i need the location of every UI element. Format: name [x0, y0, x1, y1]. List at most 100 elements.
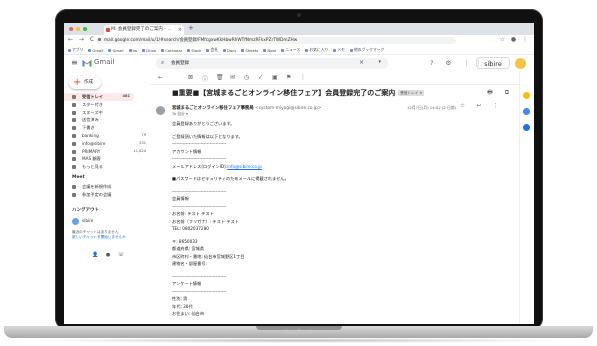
bookmark-icon	[349, 48, 353, 52]
star-reply-more-icons[interactable]: ☆ ↩ ⋮	[460, 103, 504, 109]
browser-tab[interactable]: M: 会員登録完了のご案内 - ... ×	[104, 25, 184, 35]
body-line: TEL: 0802037280	[172, 226, 209, 231]
sidebar-item[interactable]: PRIMARY 11,624	[64, 148, 150, 156]
start-chat-link[interactable]: 新しいチャットを開始しませんか	[72, 235, 142, 240]
bookmark-item[interactable]: tw	[128, 48, 137, 53]
email-link[interactable]: info@sibire.co.jp	[227, 164, 262, 169]
sidebar-item[interactable]: MAS 顧客	[64, 155, 150, 163]
toolbar-icon[interactable]: 🗑	[216, 74, 224, 81]
bookmark-item[interactable]: Gmail	[88, 48, 103, 53]
sidebar-item-label: もっと見る	[82, 164, 103, 170]
toolbar-icon[interactable]: ⚑	[286, 74, 291, 81]
toolbar-icon[interactable]: ⋮	[300, 74, 306, 81]
hangouts-note: 最近のチャットはありません 新しいチャットを開始しませんか	[72, 230, 142, 240]
sender-avatar	[156, 106, 165, 115]
hangouts-user[interactable]: sibire	[82, 218, 93, 223]
sidebar-item[interactable]: 受信トレイ 481	[64, 93, 134, 101]
browser-tab-bar: M: 会員登録完了のご案内 - ... × +	[64, 23, 534, 35]
sidebar-item[interactable]: もっと見る	[64, 163, 150, 171]
sidebar-item[interactable]: 送信済み	[64, 116, 150, 124]
nav-buttons[interactable]: ← → C	[68, 36, 96, 43]
toolbar-icon[interactable]: ✓	[258, 74, 263, 81]
body-line: お名前: テスト テスト	[172, 211, 214, 216]
account-label[interactable]: sibire	[476, 57, 510, 69]
avatar[interactable]	[515, 58, 526, 69]
body-line: ご登録頂いた情報は以下となります。	[172, 133, 243, 139]
gmail-header: ≡ Gmail ⌕ 会員登録 × ▾ ? ⚙ ⋮⋮⋮ sibire	[64, 55, 534, 73]
search-input[interactable]: 会員登録	[171, 58, 189, 69]
message-view: ← ⊠ ⓘ 🗑 ✉ ◷ ✓ ▣ ⚑ ⋮ ■重要■【宮城まるごとオンライン移住フェア】会員登録完了の…	[150, 72, 520, 324]
laptop-base: MacBook	[4, 326, 593, 338]
bookmark-icon	[223, 48, 227, 52]
toolbar-icon[interactable]: ⊠	[188, 74, 193, 81]
sidebar-item-label: 送信済み	[82, 117, 99, 123]
bookmark-item[interactable]: Docs	[223, 48, 236, 53]
calendar-icon[interactable]	[523, 92, 530, 99]
bookmark-item[interactable]: Gmail	[108, 48, 124, 53]
bookmark-item[interactable]: お気に入り	[305, 47, 328, 53]
bookmark-item[interactable]: Calendar	[161, 48, 182, 53]
bookmark-icon	[333, 48, 337, 52]
sidebar-item[interactable]: 下書き	[64, 124, 150, 132]
mail-search-box[interactable]: ⌕ 会員登録 × ▾	[156, 58, 388, 69]
search-icon[interactable]: ⌕	[161, 59, 164, 67]
close-window-button[interactable]	[69, 27, 73, 31]
sidebar-item[interactable]: banking 79	[64, 132, 150, 140]
toolbar-icon[interactable]: ▣	[272, 74, 278, 81]
bookmark-item[interactable]: Note	[263, 48, 276, 53]
tab-title: M: 会員登録完了のご案内 - ...	[111, 27, 172, 32]
inbox-label-chip[interactable]: 受信トレイ ×	[398, 90, 425, 96]
print-and-open-icons[interactable]: 🖶 ⧉	[487, 88, 514, 98]
bookmark-icon	[281, 48, 285, 52]
bookmark-item[interactable]: ニュース	[281, 47, 300, 53]
bookmark-item[interactable]: Drive	[142, 48, 156, 53]
browser-action-icons[interactable]: ☆ ● ⋮	[500, 36, 530, 43]
meet-header: Meet	[72, 175, 85, 180]
bookmark-item[interactable]: メモ	[333, 47, 345, 53]
bookmark-item[interactable]: Sheets	[241, 48, 258, 53]
hangouts-header: ハングアウト	[72, 208, 99, 213]
sidebar-item[interactable]: info@sibire 231	[64, 140, 150, 148]
recipient-line[interactable]: To 自分 ▾	[172, 111, 188, 117]
bookmark-icon	[187, 48, 191, 52]
sidebar-item-label: スター付き	[82, 101, 103, 107]
meet-list: 会議を新規作成 参加予定の会議	[64, 183, 150, 199]
main-menu-icon[interactable]: ≡	[71, 58, 78, 67]
keep-icon[interactable]	[523, 124, 530, 131]
laptop-screen: M: 会員登録完了のご案内 - ... × + ← → C mail.googl…	[64, 23, 534, 324]
toolbar-icon[interactable]: ✉	[230, 74, 235, 81]
url-input[interactable]: mail.google.com/mail/u/1/#search/会員登録/FM…	[96, 37, 456, 44]
sidebar-item[interactable]: スヌーズ中	[64, 109, 150, 117]
body-line: 会員登録ありがとうございます。	[172, 121, 235, 126]
message-subject: ■重要■【宮城まるごとオンライン移住フェア】会員登録完了のご案内 受信トレイ ×	[172, 89, 425, 97]
side-panel	[519, 72, 534, 324]
toolbar-icon[interactable]: ⓘ	[202, 74, 208, 83]
meet-item-join[interactable]: 参加予定の会議	[64, 191, 150, 199]
toolbar-icon[interactable]: ◷	[244, 74, 249, 81]
compose-plus-icon: +	[73, 77, 82, 88]
gmail-logo-icon	[82, 60, 92, 67]
bookmark-item[interactable]: 会社	[206, 47, 218, 53]
minimize-window-button[interactable]	[76, 27, 80, 31]
search-options-icon[interactable]: ▾	[378, 59, 381, 65]
tasks-icon[interactable]	[523, 108, 530, 115]
compose-button[interactable]: + 作成	[69, 76, 101, 89]
meet-item-new[interactable]: 会議を新規作成	[64, 183, 150, 191]
sidebar-footer-icons[interactable]: 👤 ● ☏	[92, 252, 127, 258]
clear-search-icon[interactable]: ×	[359, 59, 364, 66]
tab-close-icon[interactable]: ×	[178, 25, 182, 35]
toolbar-icon[interactable]: ←	[158, 74, 163, 81]
folder-icon	[72, 126, 76, 131]
folder-icon	[72, 157, 76, 162]
bookmark-item[interactable]: Slack	[187, 48, 201, 53]
message-body: 会員登録ありがとうございます。 ご登録頂いた情報は以下となります。 --------…	[172, 120, 472, 318]
folder-icon	[72, 149, 76, 154]
new-tab-button[interactable]: +	[188, 24, 194, 32]
body-line: 建物名・部屋番号:	[172, 261, 207, 266]
bookmark-item[interactable]: アプリ	[68, 47, 83, 53]
maximize-window-button[interactable]	[83, 27, 87, 31]
laptop-lid: M: 会員登録完了のご案内 - ... × + ← → C mail.googl…	[55, 9, 543, 330]
bookmark-item[interactable]: 他のブックマーク	[349, 47, 384, 53]
gmail-favicon-icon	[106, 28, 110, 32]
sidebar-item[interactable]: スター付き	[64, 101, 150, 109]
